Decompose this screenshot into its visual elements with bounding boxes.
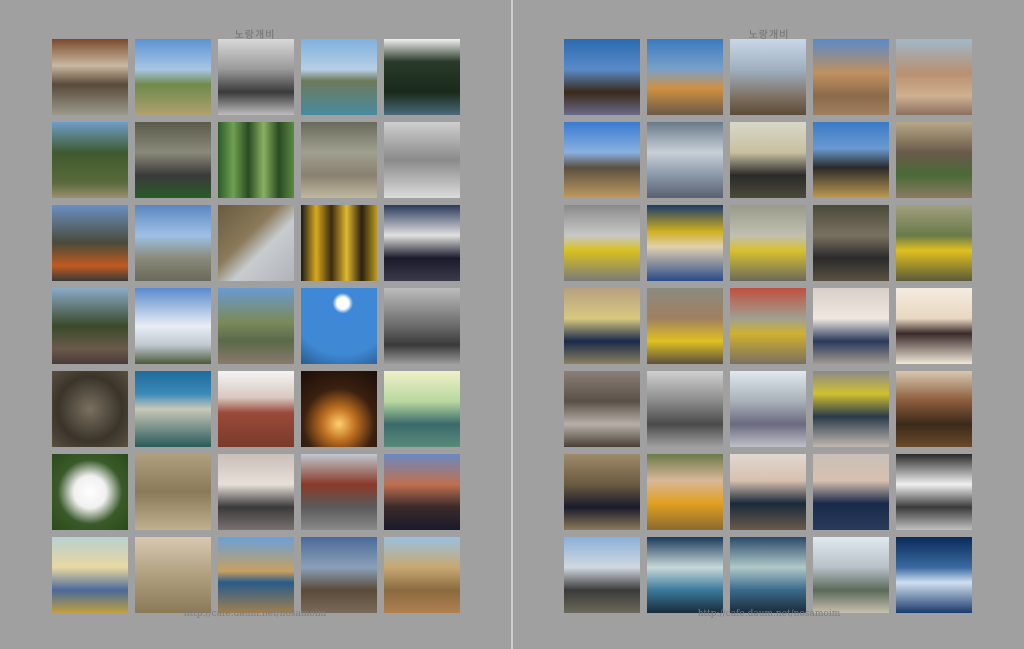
photo-mountain-grass [564, 122, 640, 198]
photo-candles [301, 371, 377, 447]
photo-woman-yellow [647, 454, 723, 530]
photo-street-walkers [813, 537, 889, 613]
page-footer-url: http://cafe.daum.net/nosamoim [183, 609, 327, 619]
photo-group-sky [813, 122, 889, 198]
photo-group-banner [730, 371, 806, 447]
left-page: 노랑개비 http://cafe.daum.net/nosamoim [0, 0, 510, 649]
photo-rock-sky [218, 205, 294, 281]
photo-yellow-vest-work [564, 205, 640, 281]
photo-bw-bench [647, 371, 723, 447]
photo-bare-tree [730, 39, 806, 115]
photo-frozen-ice [647, 122, 723, 198]
photo-boardwalk [384, 537, 460, 613]
photo-woman-glasses [730, 454, 806, 530]
photo-meeting-table [564, 371, 640, 447]
photo-field-walkers [813, 39, 889, 115]
photo-bw-woman [896, 454, 972, 530]
photo-truck-people [301, 454, 377, 530]
photo-laughing-group [647, 205, 723, 281]
photo-group-outdoor [52, 39, 128, 115]
photo-group-trail [896, 39, 972, 115]
photo-couple-lake [564, 39, 640, 115]
photo-pavilion [135, 371, 211, 447]
photo-tree-workers [564, 537, 640, 613]
photo-hammer-worker [564, 288, 640, 364]
photo-chrysanthemum [52, 454, 128, 530]
page-footer-url: http://cafe.daum.net/nosamoim [697, 609, 841, 619]
photo-cloud-blue [301, 288, 377, 364]
photo-teal-man-2 [730, 537, 806, 613]
photo-grid [564, 39, 972, 613]
photo-bus-interior [896, 537, 972, 613]
photo-teal-man [647, 537, 723, 613]
photo-man-stick [730, 122, 806, 198]
photo-teal-landscape [384, 371, 460, 447]
photo-shed-workers [730, 288, 806, 364]
photo-brush-carrier [647, 288, 723, 364]
photo-bw-people [218, 39, 294, 115]
photo-meeting-room [218, 454, 294, 530]
photo-three-people [384, 454, 460, 530]
photo-hill-path [135, 537, 211, 613]
photo-yellow-vests-hill [896, 205, 972, 281]
photo-hall-group [813, 288, 889, 364]
photo-tree-digging [813, 205, 889, 281]
photo-rocky-peak [218, 288, 294, 364]
photo-pond-village [301, 39, 377, 115]
photo-man-natgeo [813, 454, 889, 530]
photo-tinted-walk [52, 537, 128, 613]
photo-aerial-bw [384, 122, 460, 198]
photo-rock-worker [730, 205, 806, 281]
photo-pine-tree [384, 39, 460, 115]
photo-two-men-sign [813, 371, 889, 447]
photo-white-blossom [135, 288, 211, 364]
photo-reeds-water [301, 537, 377, 613]
photo-river-reeds [218, 537, 294, 613]
photo-man-portrait [896, 371, 972, 447]
photo-bamboo [218, 122, 294, 198]
photo-buddha-carving [218, 371, 294, 447]
photo-planting-slope [896, 122, 972, 198]
photo-people-bushes [52, 288, 128, 364]
photo-woman-trees [52, 205, 128, 281]
photo-group-bw [384, 288, 460, 364]
photo-group-railing [647, 39, 723, 115]
photo-mountain-vista [135, 205, 211, 281]
photo-yellow-curtain [301, 205, 377, 281]
photo-dark-trees [384, 205, 460, 281]
photo-hills-sky [135, 39, 211, 115]
photo-people-road [135, 122, 211, 198]
photo-aerial-fields [301, 122, 377, 198]
photo-forest-statue [52, 122, 128, 198]
photo-branch-cutter [564, 454, 640, 530]
right-page: 노랑개비 http://cafe.daum.net/nosamoim [514, 0, 1024, 649]
photo-man-phone [896, 288, 972, 364]
photo-dry-grass [135, 454, 211, 530]
photo-pebbles [52, 371, 128, 447]
photo-grid [52, 39, 460, 613]
